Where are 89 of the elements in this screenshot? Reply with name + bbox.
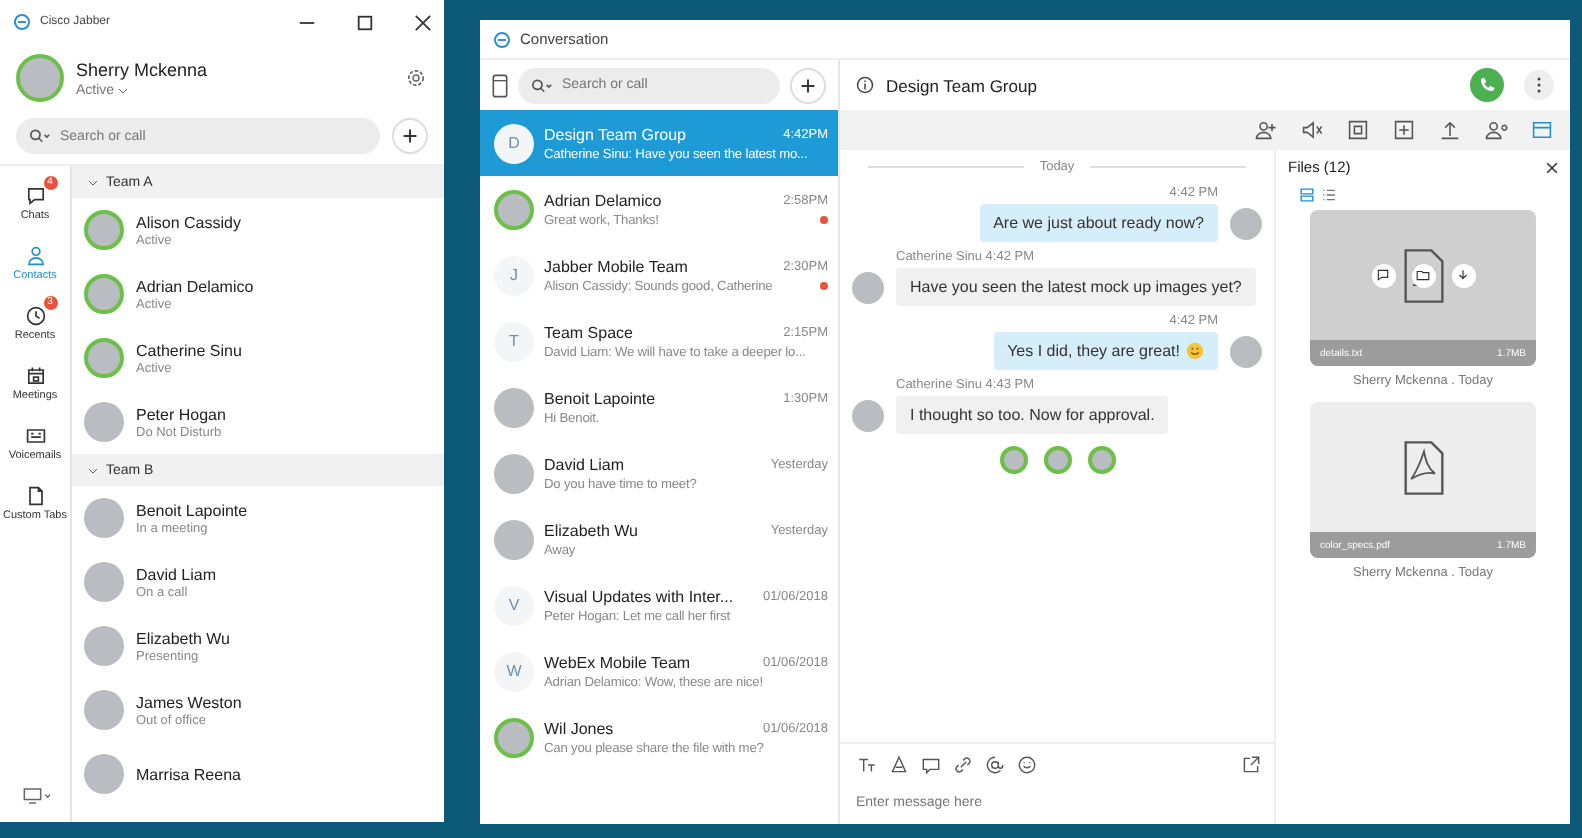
contact-name[interactable]: Alison Cassidy [136,213,241,231]
document-icon [23,484,47,509]
grid-view-icon[interactable] [1300,188,1314,202]
logo-icon [12,12,32,32]
monitor-icon[interactable] [21,786,49,806]
phone-handset-icon [1478,76,1496,94]
user-name: Sherry Mckenna [76,59,208,79]
text-color-icon[interactable] [888,754,910,776]
person-icon [23,244,47,269]
avatar: V [494,585,534,625]
settings-icon[interactable] [404,66,428,90]
contact-name[interactable]: Peter Hogan [136,405,226,423]
plus-icon [800,77,816,93]
link-icon[interactable] [952,754,974,776]
pdf-file-icon [1401,439,1445,495]
maximize-icon[interactable] [356,13,374,31]
person-settings-icon[interactable] [1484,118,1508,142]
caret-icon [88,467,98,473]
message-bubble: Have you seen the latest mock up images yet? [896,268,1256,306]
chat-name: David Liam [544,455,625,473]
close-icon[interactable] [414,13,432,31]
call-button[interactable] [1470,68,1504,102]
phone-icon[interactable] [492,73,508,97]
close-icon[interactable] [1546,161,1558,173]
folder-icon [1416,268,1430,282]
avatar [1230,207,1262,239]
avatar [1043,446,1071,474]
smiley-icon [1186,342,1204,360]
chat-name: Adrian Delamico [544,191,662,209]
message-bubble: Yes I did, they are great! [993,332,1218,370]
chat-name: WebEx Mobile Team [544,653,691,671]
chat-name: Design Team Group [544,125,686,143]
avatar [852,271,884,303]
calendar-icon [23,364,47,389]
chat-name: Benoit Lapointe [544,389,656,407]
upload-icon[interactable] [1438,118,1462,142]
avatar [1230,335,1262,367]
logo-icon [492,29,512,49]
search-icon [28,128,52,144]
screen-icon[interactable] [1346,118,1370,142]
avatar [1087,446,1115,474]
avatar [999,446,1027,474]
conversation-title: Design Team Group [886,75,1037,95]
voicemail-icon [23,424,47,449]
mention-icon[interactable] [984,754,1006,776]
add-person-icon[interactable] [1254,118,1278,142]
list-view-icon[interactable] [1322,188,1336,202]
chat-name: Elizabeth Wu [544,521,638,539]
caret-icon [88,179,98,185]
caret-icon [118,87,129,93]
download-icon [1456,268,1470,282]
add-button[interactable] [790,67,826,103]
chat-bubble-icon [1376,268,1390,282]
smiley-icon[interactable] [1016,754,1038,776]
document-icon [1401,247,1445,303]
add-button[interactable] [392,118,428,154]
plus-box-icon[interactable] [1392,118,1416,142]
contact-name[interactable]: Benoit Lapointe [136,501,248,519]
chat-name: Wil Jones [544,719,614,737]
avatar: T [494,321,534,361]
avatar [852,399,884,431]
info-icon[interactable] [856,76,874,94]
clock-icon [23,304,47,329]
pop-out-icon[interactable] [1240,754,1262,776]
message-bubble: I thought so too. Now for approval. [896,396,1169,434]
plus-icon [402,128,418,144]
download-button[interactable] [1451,263,1475,287]
chat-name: Jabber Mobile Team [544,257,688,275]
contact-name[interactable]: James Weston [136,693,242,711]
contact-name[interactable]: Marrisa Reena [136,765,241,783]
chat-bubble-icon [23,184,47,209]
search-icon [530,77,554,93]
contact-name[interactable]: Catherine Sinu [136,341,242,359]
comment-button[interactable] [1371,263,1395,287]
avatar: W [494,651,534,691]
chat-name: Team Space [544,323,633,341]
message-bubble: Are we just about ready now? [979,204,1218,242]
side-panel-icon[interactable] [1530,118,1554,142]
contact-name[interactable]: Elizabeth Wu [136,629,230,647]
contact-name[interactable]: Adrian Delamico [136,277,254,295]
avatar: J [494,255,534,295]
screenshot-icon[interactable] [920,754,942,776]
contact-name[interactable]: David Liam [136,565,217,583]
chat-name: Visual Updates with Inter... [544,587,734,605]
more-icon [1536,76,1542,94]
text-size-icon[interactable] [856,754,878,776]
open-folder-button[interactable] [1411,263,1435,287]
avatar: D [494,123,534,163]
speaker-icon[interactable] [1300,118,1324,142]
